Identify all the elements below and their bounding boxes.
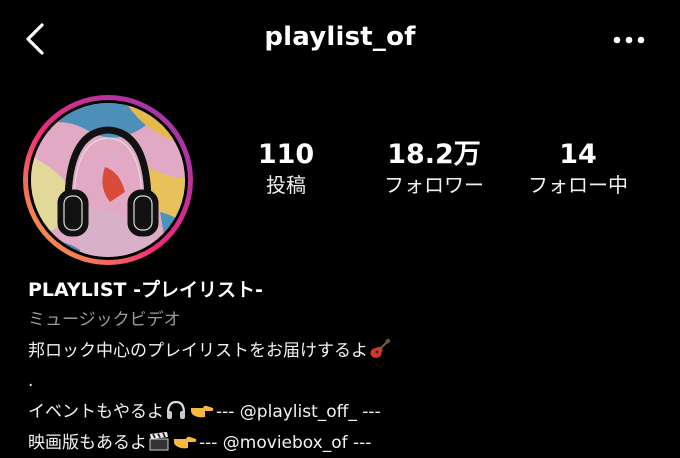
pointing-hand-icon	[191, 405, 214, 418]
bio-line-1: 邦ロック中心のプレイリストをお届けするよ	[28, 338, 668, 363]
guitar-icon	[370, 338, 391, 358]
bio-line-3: イベントもやるよ --- @playlist_off_ ---	[28, 399, 668, 424]
bio-line-3-text: イベントもやるよ	[28, 402, 164, 422]
clapper-board-icon	[149, 432, 169, 451]
followers-stat[interactable]: 18.2万 フォロワー	[364, 140, 504, 198]
bio-line-4-text: 映画版もあるよ	[28, 433, 147, 453]
profile-stats: 110 投稿 18.2万 フォロワー 14 フォロー中	[226, 140, 666, 210]
following-count: 14	[559, 139, 597, 170]
event-account-mention[interactable]: --- @playlist_off_ ---	[216, 402, 381, 422]
following-stat[interactable]: 14 フォロー中	[510, 140, 646, 198]
posts-count: 110	[257, 139, 315, 170]
posts-stat[interactable]: 110 投稿	[246, 140, 326, 198]
posts-label: 投稿	[266, 173, 306, 197]
category-label: ミュージックビデオ	[28, 310, 181, 330]
movie-account-mention[interactable]: --- @moviebox_of ---	[199, 433, 371, 453]
top-bar: playlist_of	[0, 0, 680, 84]
avatar-artwork	[31, 103, 185, 257]
profile-bio: PLAYLIST -プレイリスト- ミュージックビデオ 邦ロック中心のプレイリス…	[28, 278, 668, 455]
followers-label: フォロワー	[384, 173, 484, 197]
display-name: PLAYLIST -プレイリスト-	[28, 279, 263, 301]
following-label: フォロー中	[528, 173, 628, 197]
bio-line-1-text: 邦ロック中心のプレイリストをお届けするよ	[28, 341, 368, 361]
more-horizontal-icon[interactable]	[612, 33, 646, 47]
pointing-hand-icon	[174, 436, 197, 449]
followers-count: 18.2万	[387, 139, 481, 170]
profile-username: playlist_of	[264, 22, 416, 52]
bio-line-4: 映画版もあるよ --- @moviebox_of ---	[28, 430, 668, 455]
avatar[interactable]	[20, 92, 196, 268]
headphones-icon	[166, 400, 186, 419]
bio-line-2: .	[28, 371, 34, 391]
